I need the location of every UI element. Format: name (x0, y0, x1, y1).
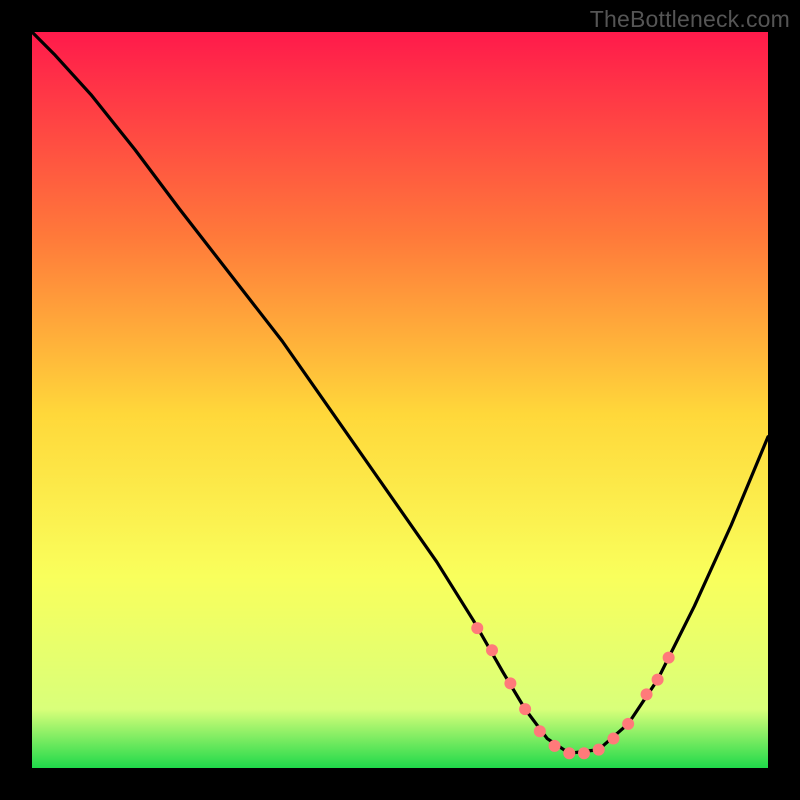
highlight-dot (504, 677, 516, 689)
gradient-background (32, 32, 768, 768)
highlight-dot (652, 674, 664, 686)
chart-plot-area (32, 32, 768, 768)
highlight-dot (641, 688, 653, 700)
highlight-dot (607, 733, 619, 745)
chart-frame: TheBottleneck.com (0, 0, 800, 800)
highlight-dot (593, 744, 605, 756)
highlight-dot (563, 747, 575, 759)
highlight-dot (622, 718, 634, 730)
watermark-text: TheBottleneck.com (590, 6, 790, 33)
highlight-dot (663, 652, 675, 664)
highlight-dot (534, 725, 546, 737)
highlight-dot (549, 740, 561, 752)
highlight-dot (578, 747, 590, 759)
highlight-dot (486, 644, 498, 656)
chart-svg (32, 32, 768, 768)
highlight-dot (471, 622, 483, 634)
highlight-dot (519, 703, 531, 715)
